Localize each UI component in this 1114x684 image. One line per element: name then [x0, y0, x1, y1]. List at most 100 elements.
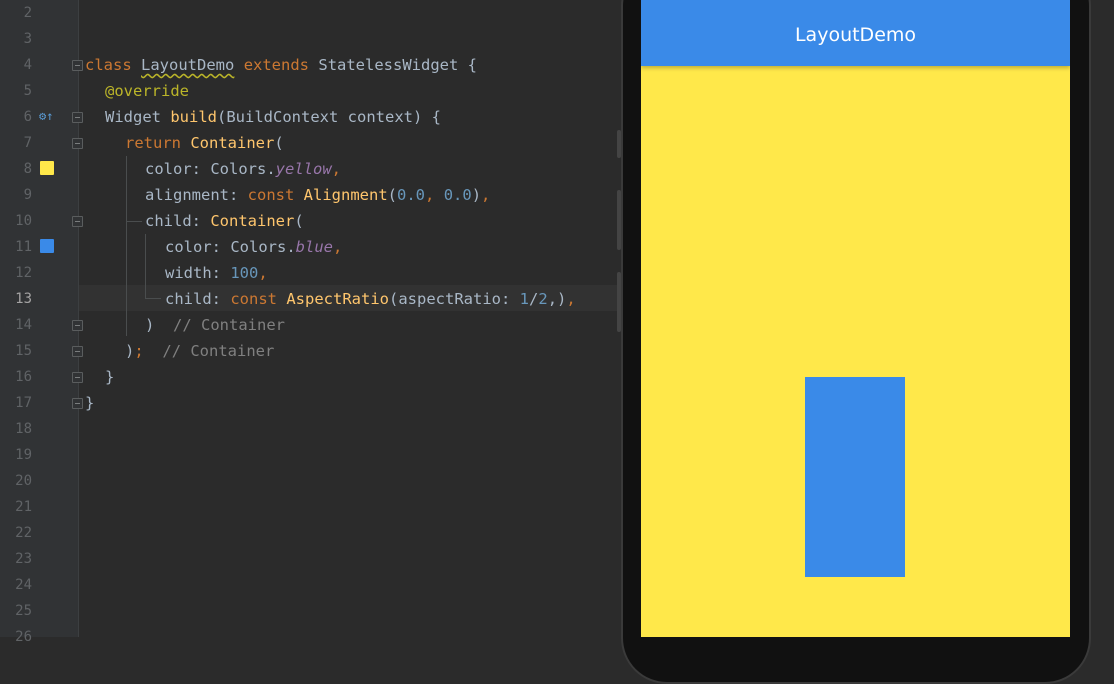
- punct: ,: [425, 186, 444, 204]
- comment: // Container: [173, 316, 285, 334]
- line-number: 11: [15, 239, 32, 255]
- params: (BuildContext context) {: [217, 108, 441, 126]
- line-number: 26: [15, 629, 32, 645]
- line-number: 5: [23, 83, 32, 99]
- keyword: class: [85, 56, 132, 74]
- annotation-at: @: [105, 82, 115, 100]
- blue-container: [805, 377, 905, 577]
- punct: ): [145, 316, 155, 334]
- number: 1: [519, 290, 529, 308]
- line-number: 22: [15, 525, 32, 541]
- line-number: 23: [15, 551, 32, 567]
- punct: (: [387, 186, 398, 204]
- code-line-7[interactable]: return Container(: [125, 130, 284, 156]
- line-number: 20: [15, 473, 32, 489]
- fold-icon[interactable]: [72, 112, 83, 123]
- keyword: extends: [243, 56, 310, 74]
- override-method-icon[interactable]: ⚙↑: [39, 109, 53, 123]
- line-number: 8: [23, 161, 32, 177]
- property: width:: [165, 264, 231, 282]
- indent-guide: [126, 156, 127, 336]
- punct: {: [458, 56, 478, 74]
- method-name: build: [170, 108, 218, 126]
- punct: ): [471, 186, 482, 204]
- punct: (aspectRatio:: [389, 290, 520, 308]
- code-line-5[interactable]: @override: [105, 78, 189, 104]
- fold-icon[interactable]: [72, 138, 83, 149]
- property: child:: [145, 212, 211, 230]
- code-line-14[interactable]: ) // Container: [145, 312, 285, 338]
- line-number: 25: [15, 603, 32, 619]
- value: blue: [295, 238, 333, 256]
- code-line-12[interactable]: width: 100,: [165, 260, 268, 286]
- type: Widget: [105, 108, 161, 126]
- number: 0.0: [397, 186, 426, 204]
- code-line-9[interactable]: alignment: const Alignment(0.0, 0.0),: [145, 182, 490, 208]
- line-number-current: 13: [15, 291, 32, 307]
- code-line-11[interactable]: color: Colors.blue,: [165, 234, 342, 260]
- line-number: 12: [15, 265, 32, 281]
- punct: }: [85, 394, 95, 412]
- constructor: Container: [190, 134, 275, 152]
- indent-guide: [145, 234, 146, 298]
- line-number: 18: [15, 421, 32, 437]
- line-number: 6: [23, 109, 32, 125]
- keyword: const: [230, 290, 277, 308]
- punct: ;: [134, 342, 144, 360]
- line-number: 2: [23, 5, 32, 21]
- punct: /: [529, 290, 539, 308]
- number: 0.0: [443, 186, 472, 204]
- property: child:: [165, 290, 231, 308]
- phone-side-button: [617, 130, 621, 158]
- phone-side-button: [617, 272, 621, 332]
- app-screen: LayoutDemo: [641, 0, 1070, 637]
- blue-color-swatch-icon[interactable]: [40, 239, 54, 253]
- code-line-6[interactable]: Widget build(BuildContext context) {: [105, 104, 441, 130]
- property: color: Colors.: [145, 160, 276, 178]
- constructor: Alignment: [303, 186, 388, 204]
- line-number: 14: [15, 317, 32, 333]
- fold-icon[interactable]: [72, 320, 83, 331]
- code-line-10[interactable]: child: Container(: [145, 208, 304, 234]
- base-class: StatelessWidget: [318, 56, 459, 74]
- property: alignment:: [145, 186, 248, 204]
- line-number: 19: [15, 447, 32, 463]
- punct: ,: [331, 160, 341, 178]
- fold-icon[interactable]: [72, 60, 83, 71]
- keyword: return: [125, 134, 181, 152]
- code-line-13[interactable]: child: const AspectRatio(aspectRatio: 1/…: [165, 286, 576, 312]
- line-number: 3: [23, 31, 32, 47]
- code-line-16[interactable]: }: [105, 364, 114, 390]
- punct: ,): [547, 290, 567, 308]
- line-number: 9: [23, 187, 32, 203]
- yellow-color-swatch-icon[interactable]: [40, 161, 54, 175]
- line-number: 15: [15, 343, 32, 359]
- fold-icon[interactable]: [72, 216, 83, 227]
- line-number: 17: [15, 395, 32, 411]
- code-editor[interactable]: 2 3 4 5 6 7 8 9 10 11 12 13 14 15 16 17 …: [0, 0, 640, 645]
- phone-side-button: [617, 190, 621, 250]
- class-name: LayoutDemo: [141, 56, 235, 74]
- punct: ,: [332, 238, 343, 256]
- fold-icon[interactable]: [72, 398, 83, 409]
- fold-icon[interactable]: [72, 346, 83, 357]
- code-line-17[interactable]: }: [85, 390, 94, 416]
- line-number: 10: [15, 213, 32, 229]
- code-line-15[interactable]: ); // Container: [125, 338, 274, 364]
- annotation: override: [114, 82, 189, 100]
- line-number: 21: [15, 499, 32, 515]
- fold-icon[interactable]: [72, 372, 83, 383]
- punct: }: [105, 368, 115, 386]
- punct: ,: [258, 264, 268, 282]
- number: 2: [538, 290, 548, 308]
- comment: // Container: [162, 342, 275, 360]
- line-number: 7: [23, 135, 32, 151]
- app-bar: LayoutDemo: [641, 0, 1070, 66]
- punct: ): [125, 342, 135, 360]
- indent-guide: [126, 221, 142, 222]
- punct: ,: [481, 186, 491, 204]
- punct: ,: [566, 290, 576, 308]
- code-line-8[interactable]: color: Colors.yellow,: [145, 156, 341, 182]
- property: color: Colors.: [165, 238, 296, 256]
- code-line-4[interactable]: class LayoutDemo extends StatelessWidget…: [85, 52, 477, 78]
